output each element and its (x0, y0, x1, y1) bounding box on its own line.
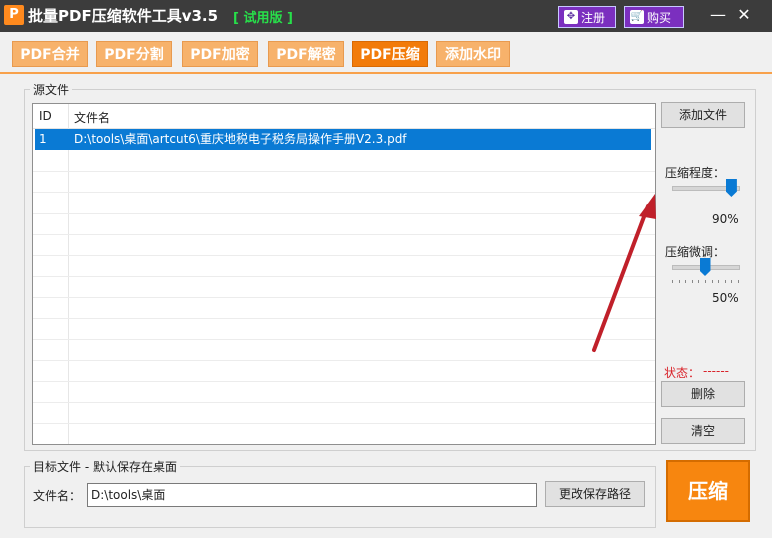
compress-button[interactable]: 压缩 (666, 460, 750, 522)
app-window: P 批量PDF压缩软件工具v3.5 [ 试用版 ] ✥ 注册 🛒 购买 — ✕ … (0, 0, 772, 538)
change-save-path-button[interactable]: 更改保存路径 (545, 481, 645, 507)
filename-label: 文件名： (33, 489, 82, 503)
filename-field[interactable]: D:\tools\桌面 (87, 483, 537, 507)
target-file-label: 目标文件 - 默认保存在桌面 (30, 458, 180, 475)
